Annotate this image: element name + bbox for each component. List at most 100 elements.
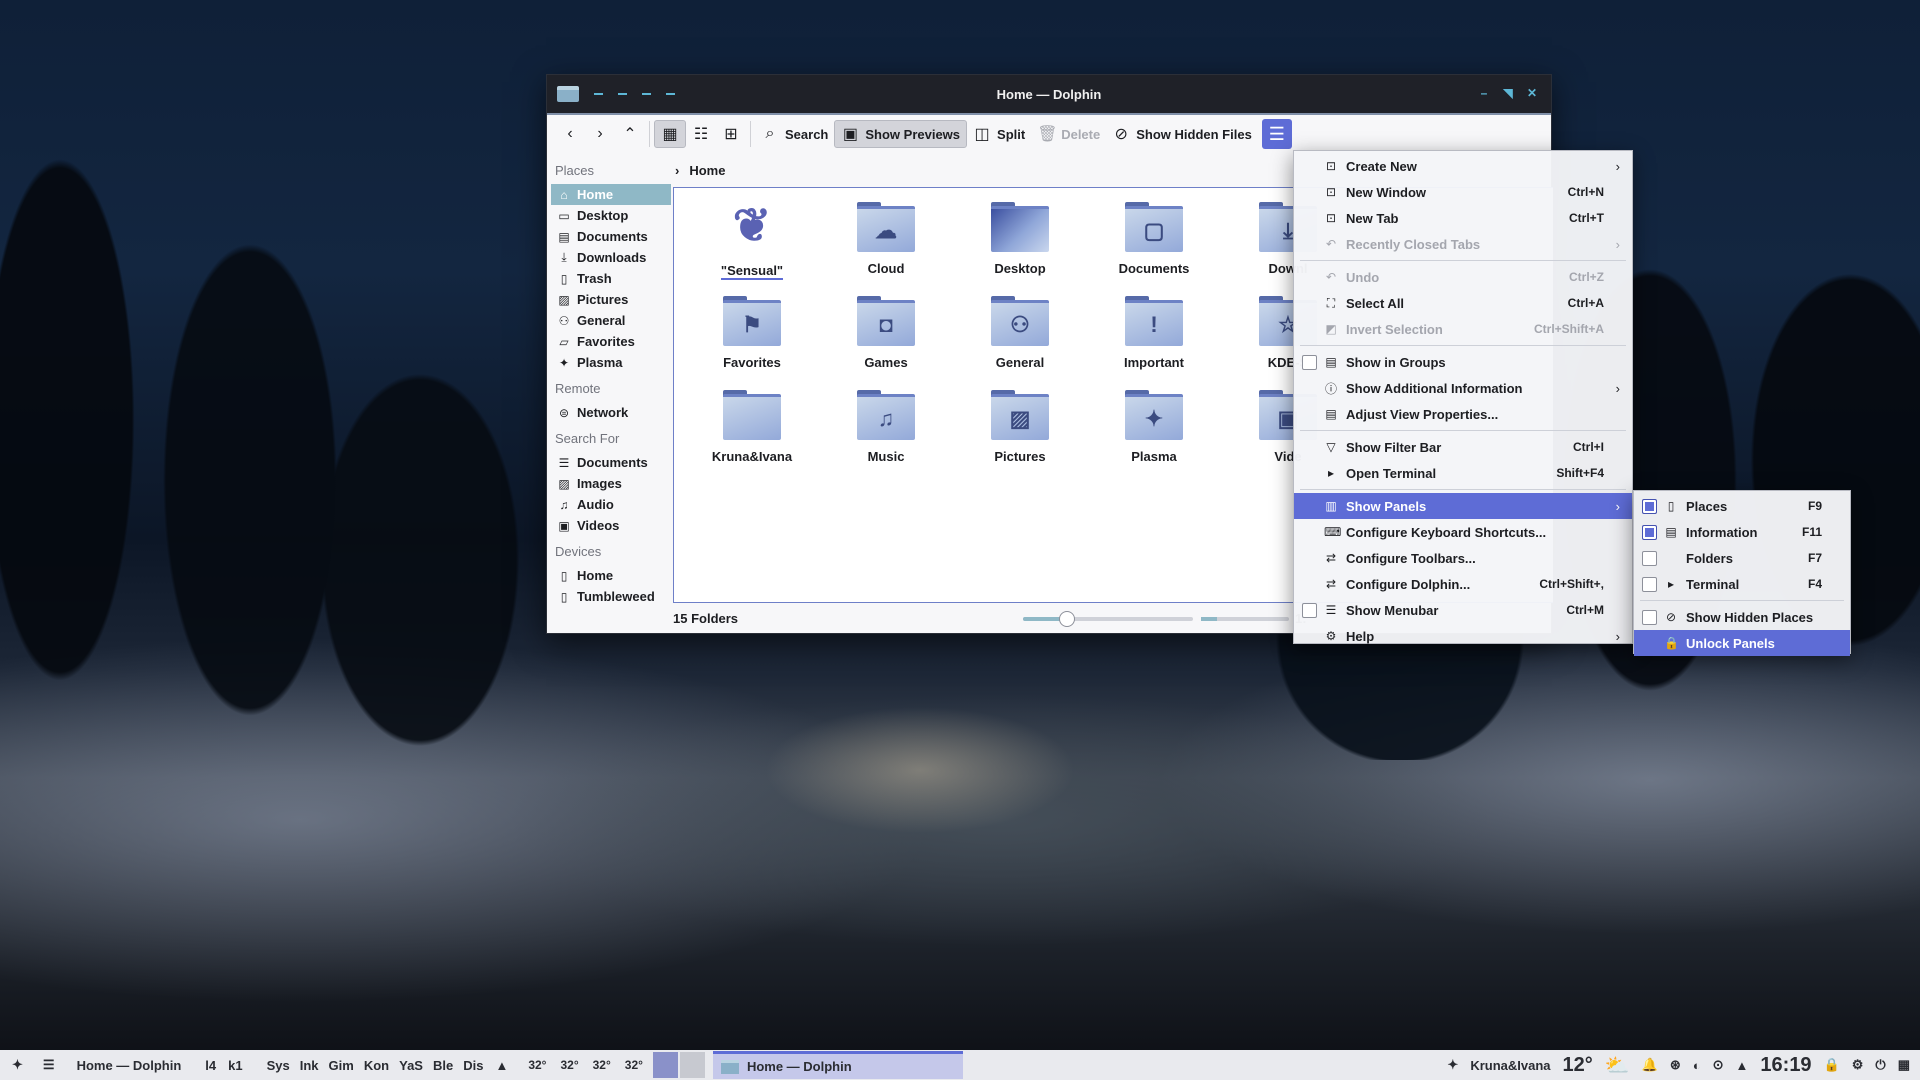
submenu-item-unlock-panels[interactable]: 🔒 Unlock Panels [1634, 630, 1850, 656]
folder-item[interactable]: ♫ Music [826, 390, 946, 464]
sidebar-item-home[interactable]: ⌂ Home [551, 184, 671, 205]
desktop-2[interactable] [679, 1052, 705, 1078]
folder-item[interactable]: ▨ Pictures [960, 390, 1080, 464]
sidebar-item-images[interactable]: ▨ Images [551, 473, 671, 494]
task-dolphin[interactable]: Home — Dolphin [712, 1051, 963, 1079]
folder-item[interactable]: ▢ Documents [1094, 202, 1214, 276]
user-name[interactable]: Kruna&Ivana [1470, 1058, 1550, 1073]
menu-item-additional-info[interactable]: ⓘ Show Additional Information › [1294, 375, 1632, 401]
information-checkbox[interactable] [1642, 524, 1657, 540]
taskbar-item[interactable]: Gim [329, 1058, 354, 1073]
menu-item-show-panels[interactable]: ▥ Show Panels › [1294, 493, 1632, 519]
hamburger-menu-button[interactable]: ☰ [1261, 119, 1292, 149]
menu-item-select-all[interactable]: ⛶ Select All Ctrl+A [1294, 290, 1632, 316]
folders-checkbox[interactable] [1642, 550, 1657, 566]
folder-item[interactable]: Kruna&Ivana [692, 390, 812, 464]
taskbar-item[interactable]: Ink [300, 1058, 319, 1073]
folder-item[interactable]: ❦ "Sensual" [692, 196, 812, 280]
taskbar-item[interactable]: Ble [433, 1058, 453, 1073]
show-hidden-files-button[interactable]: ⊘ Show Hidden Files [1106, 120, 1258, 148]
close-icon[interactable]: ✕ [1527, 87, 1537, 99]
menu-item-new-tab[interactable]: ⊡ New Tab Ctrl+T [1294, 205, 1632, 231]
submenu-item-folders[interactable]: Folders F7 [1634, 545, 1850, 571]
compact-view-button[interactable]: ☷ [686, 120, 716, 148]
weather-icon[interactable]: ⛅ [1605, 1053, 1630, 1078]
up-button[interactable]: ⌃ [615, 120, 645, 148]
taskbar-item[interactable]: l4 [205, 1058, 216, 1073]
sidebar-item-tumbleweed[interactable]: ▯ Tumbleweed [551, 586, 671, 607]
taskbar-item[interactable]: Sys [267, 1058, 290, 1073]
show-menubar-checkbox[interactable] [1302, 602, 1317, 618]
folder-item[interactable]: ◘ Games [826, 296, 946, 370]
folder-item[interactable]: Desktop [960, 202, 1080, 276]
hidden-places-checkbox[interactable] [1642, 609, 1657, 625]
plasma-launcher-icon[interactable]: ✦ [12, 1057, 23, 1073]
grid-icon[interactable]: ▦ [1898, 1057, 1910, 1073]
plasma-icon[interactable]: ✦ [1447, 1057, 1458, 1073]
desktop-1[interactable] [652, 1052, 678, 1078]
back-button[interactable]: ‹ [555, 120, 585, 148]
clock[interactable]: 16:19 [1760, 1054, 1811, 1077]
submenu-item-places[interactable]: ▯ Places F9 [1634, 493, 1850, 519]
menu-item-open-terminal[interactable]: ▸ Open Terminal Shift+F4 [1294, 460, 1632, 486]
menu-item-new-window[interactable]: ⊡ New Window Ctrl+N [1294, 179, 1632, 205]
submenu-item-information[interactable]: ▤ Information F11 [1634, 519, 1850, 545]
show-previews-button[interactable]: ▣ Show Previews [834, 120, 968, 148]
sidebar-item-pictures[interactable]: ▨ Pictures [551, 289, 671, 310]
menu-item-invert-selection[interactable]: ◩ Invert Selection Ctrl+Shift+A [1294, 316, 1632, 342]
taskbar-item[interactable]: Kon [364, 1058, 389, 1073]
menu-item-show-menubar[interactable]: ☰ Show Menubar Ctrl+M [1294, 597, 1632, 623]
menu-item-adjust-view[interactable]: ▤ Adjust View Properties... [1294, 401, 1632, 427]
lock-icon[interactable]: 🔒 [1824, 1057, 1840, 1073]
breadcrumb-current[interactable]: Home [689, 163, 725, 178]
zoom-slider-handle[interactable] [1059, 611, 1076, 627]
taskbar-item[interactable]: Dis [463, 1058, 483, 1073]
search-button[interactable]: ⌕ Search [755, 120, 834, 148]
sidebar-item-desktop[interactable]: ▭ Desktop [551, 205, 671, 226]
sidebar-item-documents[interactable]: ▤ Documents [551, 226, 671, 247]
folder-item[interactable]: ! Important [1094, 296, 1214, 370]
sidebar-item-plasma[interactable]: ✦ Plasma [551, 352, 671, 373]
folder-item[interactable]: ✦ Plasma [1094, 390, 1214, 464]
sidebar-item-general[interactable]: ⚇ General [551, 310, 671, 331]
sidebar-item-search-documents[interactable]: ☰ Documents [551, 452, 671, 473]
zoom-slider[interactable] [1023, 611, 1193, 627]
show-groups-checkbox[interactable] [1302, 354, 1317, 370]
terminal-checkbox[interactable] [1642, 576, 1657, 592]
forward-button[interactable]: › [585, 120, 615, 148]
power-icon[interactable]: ⏻ [1875, 1057, 1885, 1073]
menu-item-recently-closed[interactable]: ↶ Recently Closed Tabs › [1294, 231, 1632, 257]
sidebar-item-audio[interactable]: ♫ Audio [551, 494, 671, 515]
menu-item-create-new[interactable]: ⊡ Create New › [1294, 153, 1632, 179]
updates-icon[interactable]: ⊛ [1670, 1057, 1681, 1073]
split-button[interactable]: ◫ Split [967, 120, 1031, 148]
menu-item-help[interactable]: ⚙ Help › [1294, 623, 1632, 649]
weather-temp[interactable]: 12° [1563, 1054, 1593, 1077]
window-menu-icon[interactable]: ☰ [43, 1057, 55, 1073]
menu-item-filter-bar[interactable]: ▽ Show Filter Bar Ctrl+I [1294, 434, 1632, 460]
sidebar-item-downloads[interactable]: ⤓ Downloads [551, 247, 671, 268]
places-checkbox[interactable] [1642, 498, 1657, 514]
icons-view-button[interactable]: ▦ [654, 120, 686, 148]
menu-item-show-in-groups[interactable]: ▤ Show in Groups [1294, 349, 1632, 375]
menu-item-undo[interactable]: ↶ Undo Ctrl+Z [1294, 264, 1632, 290]
sidebar-item-network[interactable]: ⊜ Network [551, 402, 671, 423]
sidebar-item-videos[interactable]: ▣ Videos [551, 515, 671, 536]
submenu-item-hidden-places[interactable]: ⊘ Show Hidden Places [1634, 604, 1850, 630]
media-icon[interactable]: ⊙ [1713, 1057, 1724, 1073]
audio-icon[interactable]: ◐ [1693, 1058, 1701, 1073]
tray-expand-icon[interactable]: ▲ [1736, 1058, 1749, 1073]
menu-item-configure-toolbars[interactable]: ⇄ Configure Toolbars... [1294, 545, 1632, 571]
sidebar-item-favorites[interactable]: ▱ Favorites [551, 331, 671, 352]
details-view-button[interactable]: ⊞ [716, 120, 746, 148]
menu-item-configure-dolphin[interactable]: ⇄ Configure Dolphin... Ctrl+Shift+, [1294, 571, 1632, 597]
virtual-desktop-pager[interactable] [652, 1052, 705, 1078]
minimize-icon[interactable]: – [1479, 87, 1489, 99]
taskbar-item[interactable]: YaS [399, 1058, 423, 1073]
taskbar-item[interactable]: k1 [228, 1058, 242, 1073]
folder-item[interactable]: ☁ Cloud [826, 202, 946, 276]
delete-button[interactable]: 🗑 Delete [1031, 120, 1106, 148]
breadcrumb[interactable]: › Home [675, 163, 725, 178]
settings-icon[interactable]: ⚙ [1852, 1057, 1864, 1073]
chevron-up-icon[interactable]: ▲ [495, 1058, 508, 1073]
